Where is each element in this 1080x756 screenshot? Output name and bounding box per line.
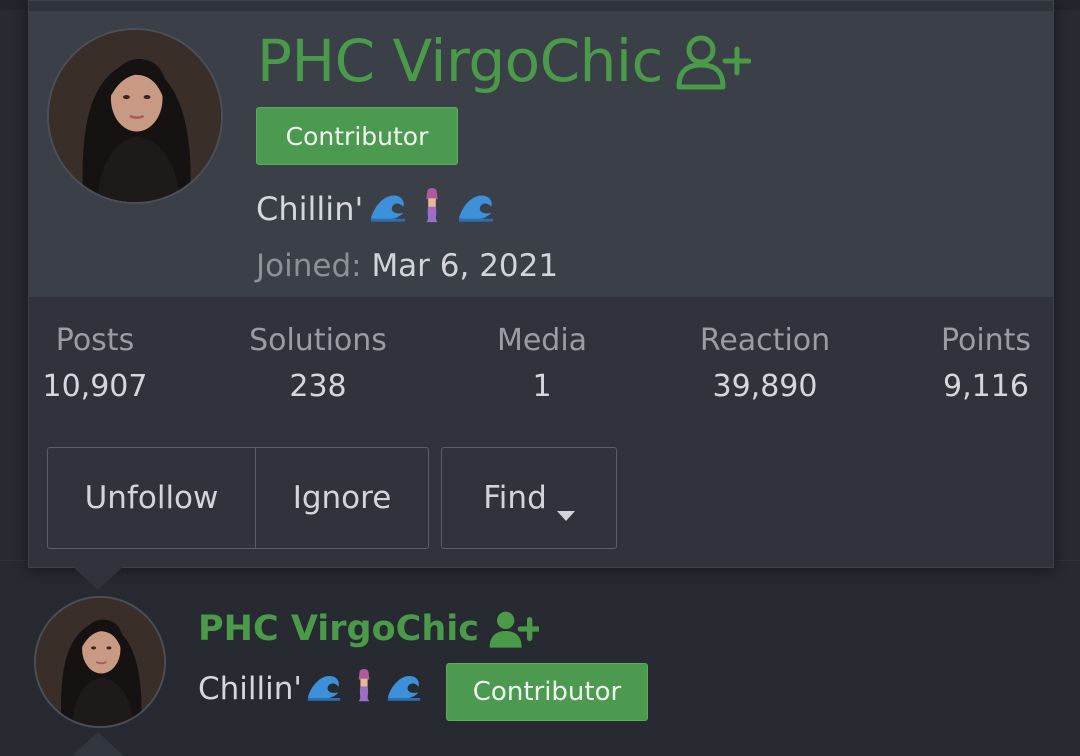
wave-emoji <box>306 667 342 711</box>
wave-emoji <box>457 186 495 232</box>
username-text[interactable]: PHC VirgoChic <box>198 609 479 649</box>
avatar-image <box>49 30 221 202</box>
stat-reaction[interactable]: Reaction 39,890 <box>665 319 865 411</box>
stat-value: 1 <box>532 369 552 404</box>
post-author-badge: Contributor <box>446 663 648 721</box>
status-text: Chillin' <box>198 671 302 707</box>
stat-points[interactable]: Points 9,116 <box>886 319 1080 411</box>
stat-label: Reaction <box>699 323 831 358</box>
find-dropdown-button[interactable]: Find <box>441 447 617 549</box>
unfollow-button[interactable]: Unfollow <box>48 448 256 548</box>
stat-value: 238 <box>289 369 347 404</box>
custom-status: Chillin' <box>256 183 495 235</box>
user-plus-icon[interactable] <box>673 31 752 91</box>
message-pointer <box>72 732 124 756</box>
stat-label: Media <box>496 323 588 358</box>
joined-value: Mar 6, 2021 <box>371 248 559 284</box>
username-link[interactable]: PHC VirgoChic <box>257 21 752 101</box>
stat-value: 39,890 <box>712 369 818 404</box>
username-text[interactable]: PHC VirgoChic <box>257 27 663 95</box>
stat-label: Posts <box>55 323 135 358</box>
joined-date: Joined: Mar 6, 2021 <box>256 243 558 289</box>
page: PHC VirgoChic Contributor Chillin' Joine… <box>0 0 1080 756</box>
caret-down-icon <box>556 493 575 521</box>
follow-ignore-group: Unfollow Ignore <box>47 447 429 549</box>
tooltip-pointer <box>72 566 124 590</box>
status-text: Chillin' <box>256 190 364 228</box>
post-author-status: Chillin' <box>198 664 422 714</box>
user-plus-icon[interactable] <box>487 609 542 649</box>
stat-label: Points <box>940 323 1032 358</box>
mermaid-emoji <box>413 186 451 232</box>
stat-solutions[interactable]: Solutions 238 <box>218 319 418 411</box>
stat-value: 9,116 <box>943 369 1029 404</box>
find-label: Find <box>483 480 547 516</box>
user-title-badge: Contributor <box>256 107 458 165</box>
post-author-username[interactable]: PHC VirgoChic <box>198 602 542 656</box>
member-tooltip-card: PHC VirgoChic Contributor Chillin' Joine… <box>28 0 1054 568</box>
stat-label: Solutions <box>249 323 387 358</box>
wave-emoji <box>369 186 407 232</box>
member-tooltip-header: PHC VirgoChic Contributor Chillin' Joine… <box>29 11 1053 297</box>
avatar[interactable] <box>47 28 223 204</box>
post-author-avatar[interactable] <box>34 596 166 728</box>
stat-posts[interactable]: Posts 10,907 <box>0 319 195 411</box>
stat-media[interactable]: Media 1 <box>442 319 642 411</box>
avatar-image <box>36 598 164 726</box>
ignore-button[interactable]: Ignore <box>256 448 428 548</box>
wave-emoji <box>386 667 422 711</box>
stat-value: 10,907 <box>42 369 148 404</box>
joined-label: Joined: <box>256 248 362 284</box>
mermaid-emoji <box>346 667 382 711</box>
